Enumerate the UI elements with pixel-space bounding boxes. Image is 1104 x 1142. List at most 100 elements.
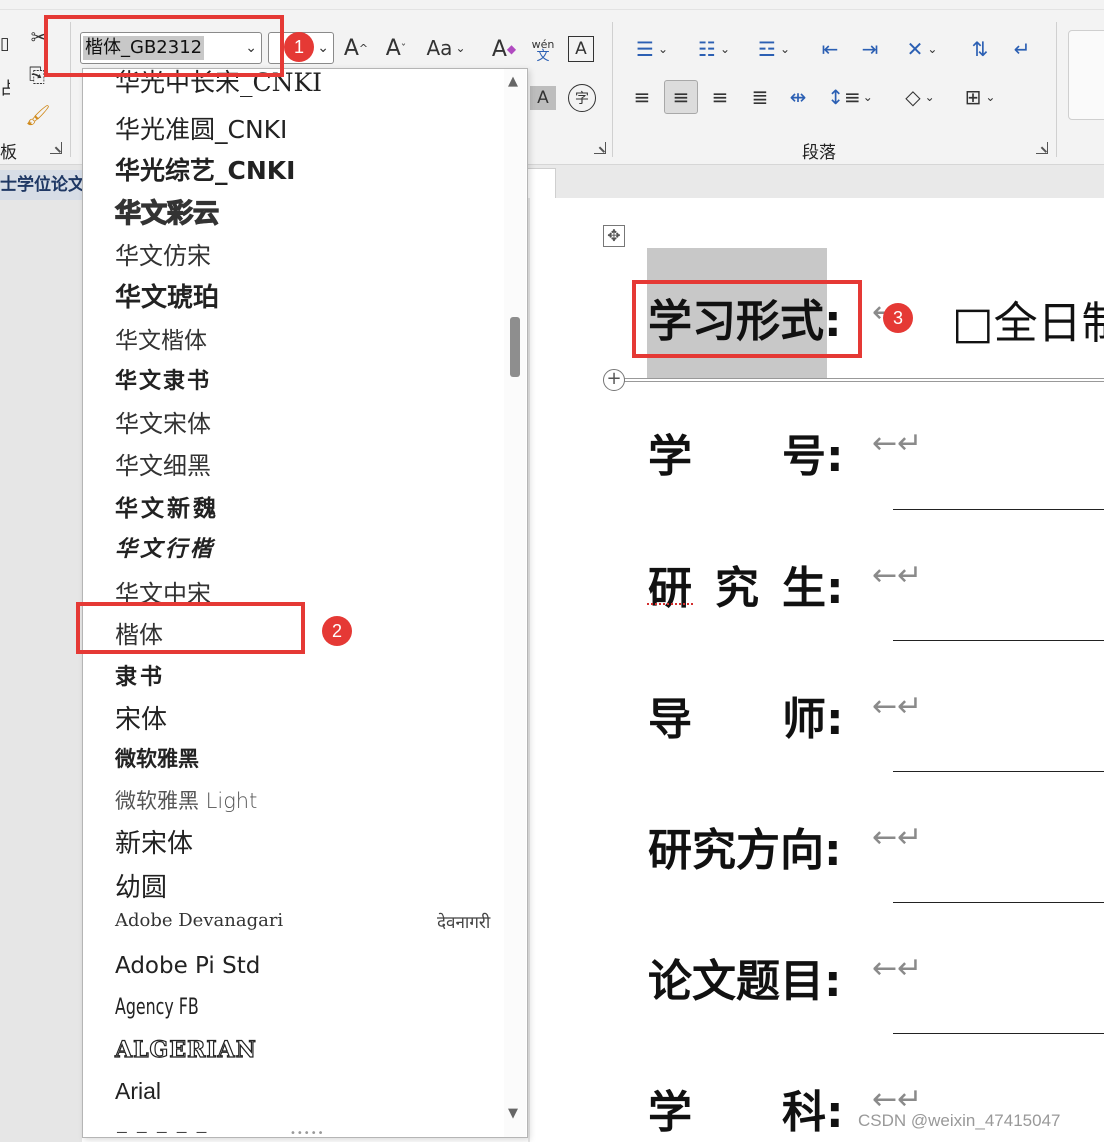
paragraph-mark: ←↵ [872,426,923,461]
paste-icon[interactable]: ▯ [0,34,10,64]
clear-formatting-icon[interactable]: A ◆ [489,34,519,64]
document-tab-edge [528,168,556,198]
align-center-icon[interactable]: ≡ [664,80,698,114]
shading-icon[interactable]: ◇ ⌄ [894,82,946,112]
resize-grip-icon[interactable]: ••••• [290,1128,325,1139]
multilevel-list-icon[interactable]: ☲ ⌄ [750,34,798,64]
step-badge-1: 1 [284,32,314,62]
scrollbar-thumb[interactable] [510,317,520,377]
font-option[interactable]: ALGERIAN [114,1036,257,1063]
table-border [614,378,1104,382]
fill-in-line[interactable] [893,640,1104,641]
label-student-id-left: 学 [648,431,692,482]
add-row-icon[interactable]: + [603,369,625,391]
label-discipline-right: 科: [782,1087,844,1138]
font-option[interactable]: Adobe Devanagari [115,910,283,931]
font-list-scrollbar[interactable] [504,69,526,1137]
navigation-pane [0,165,82,1142]
study-mode-checkbox-option[interactable]: □全日制 [952,287,1104,351]
label-discipline-left: 学 [648,1087,692,1138]
change-case-icon[interactable]: Aa ⌄ [422,34,470,62]
decrease-indent-icon[interactable]: ⇤ [814,34,846,64]
align-right-icon[interactable]: ≡ [704,82,736,112]
scroll-down-arrow-icon[interactable]: ▼ [508,1106,518,1121]
fill-in-line[interactable] [893,902,1104,903]
sort-icon[interactable]: ⇅ [964,34,996,64]
line-spacing-icon[interactable]: ↕ ≡ ⌄ [824,82,876,112]
enclose-characters-icon[interactable]: 字 [568,84,596,112]
font-option-cut-off[interactable]: ▪ ▪ ▪ ▪ ▪ [115,1123,208,1133]
scroll-up-arrow-icon[interactable]: ▲ [508,74,518,89]
font-option[interactable]: 微软雅黑 Light [115,785,257,815]
highlight-box-font-combo [44,15,284,77]
highlight-box-label [632,280,862,358]
chinese-layout-icon[interactable]: ✕ ⌄ [896,34,948,64]
shrink-font-icon[interactable]: Aˇ [382,34,410,62]
label-research-direction: 研究方向: [648,825,842,876]
font-option[interactable]: 宋体 [115,699,167,736]
font-option[interactable]: 华文宋体 [115,404,211,439]
font-option[interactable]: 华文楷体 [115,321,207,355]
label-student-id-right: 号: [782,431,844,482]
character-shading-icon[interactable]: A [530,86,556,110]
font-option[interactable]: 华文仿宋 [115,236,211,271]
font-option[interactable]: 华文隶书 [115,363,211,395]
font-option[interactable]: Agency FB [115,995,199,1020]
navigation-tab[interactable]: 士学位论文 [0,170,82,200]
group-separator [1056,22,1057,157]
font-option[interactable]: 华光综艺_CNKI [115,151,295,187]
spelling-squiggle [647,600,693,605]
label-supervisor-left: 导 [648,694,692,745]
font-option[interactable]: 新宋体 [115,823,193,860]
show-hide-marks-icon[interactable]: ↵ [1006,34,1038,64]
group-separator [612,22,613,157]
phonetic-guide-icon[interactable]: wén 文 [528,34,558,68]
grow-font-icon[interactable]: A ^ [342,34,370,62]
label-supervisor-right: 师: [782,694,844,745]
justify-icon[interactable]: ≣ [744,82,776,112]
chevron-down-icon[interactable]: ⌄ [317,40,329,56]
paste-label-fragment: 占 [0,79,10,99]
align-left-icon[interactable]: ≡ [626,82,658,112]
clipboard-launcher-icon[interactable] [50,142,62,154]
fill-in-line[interactable] [893,771,1104,772]
paragraph-mark: ←↵ [872,558,923,593]
distributed-icon[interactable]: ⇹ [782,82,814,112]
label-postgrad-char3: 生: [782,563,844,614]
font-option[interactable]: 华文彩云 [114,193,219,230]
paragraph-mark: ←↵ [872,951,923,986]
character-border-icon[interactable]: A [568,36,594,62]
font-option[interactable]: 华光准圆_CNKI [115,110,287,146]
paragraph-group-label: 段落 [802,143,836,163]
font-option[interactable]: 华文琥珀 [115,277,219,314]
watermark: CSDN @weixin_47415047 [858,1111,1061,1130]
format-painter-icon[interactable]: 🖌 [24,100,52,130]
font-option[interactable]: 微软雅黑 [115,743,199,773]
borders-icon[interactable]: ⊞ ⌄ [954,82,1006,112]
clipboard-group-label: 板 [0,143,17,163]
fill-in-line[interactable] [893,509,1104,510]
step-badge-2: 2 [322,616,352,646]
label-postgrad-char1: 研 [648,563,692,614]
label-postgrad-char2: 究 [715,563,759,614]
font-option[interactable]: Adobe Pi Std [115,953,260,979]
label-thesis-title: 论文题目: [648,956,842,1007]
font-preview-sample: देवनागरी [437,913,491,933]
font-option[interactable]: 隶书 [115,659,165,691]
font-option[interactable]: 幼圆 [115,867,167,904]
font-launcher-icon[interactable] [594,142,606,154]
paragraph-launcher-icon[interactable] [1036,142,1048,154]
paragraph-mark: ←↵ [872,820,923,855]
bullets-icon[interactable]: ☰ ⌄ [626,34,678,64]
numbering-icon[interactable]: ☷ ⌄ [688,34,740,64]
styles-gallery[interactable] [1068,30,1104,120]
font-option[interactable]: 华文细黑 [115,446,211,481]
step-badge-3: 3 [883,303,913,333]
table-move-handle-icon[interactable]: ✥ [603,225,625,247]
ribbon-top-strip [0,0,1104,10]
font-option[interactable]: 华文新魏 [115,489,219,523]
font-option[interactable]: 华文行楷 [115,531,215,563]
fill-in-line[interactable] [893,1033,1104,1034]
increase-indent-icon[interactable]: ⇥ [854,34,886,64]
font-option[interactable]: Arial [115,1078,161,1105]
